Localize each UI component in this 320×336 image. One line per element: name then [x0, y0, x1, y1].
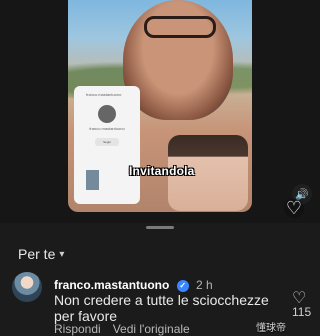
profile-card-thumb — [86, 170, 99, 190]
see-original-button[interactable]: Vedi l'originale — [113, 322, 190, 336]
watermark-text: 懂球帝 — [256, 323, 286, 334]
video-area: franco.mastantuono franco.mastantuono Se… — [0, 0, 320, 223]
avatar[interactable] — [12, 272, 42, 302]
comment-username-text: franco.mastantuono — [54, 278, 170, 292]
comment-actions: Rispondi Vedi l'originale — [54, 322, 190, 336]
like-count: 115 — [292, 305, 312, 319]
verified-icon: ✓ — [176, 279, 189, 292]
comment-username[interactable]: franco.mastantuono ✓ 2 h — [54, 278, 213, 292]
filter-label: Per te — [18, 246, 56, 262]
comment-text: Non credere a tutte le sciocchezze per f… — [54, 292, 269, 324]
sheet-handle[interactable] — [146, 226, 174, 229]
heart-icon[interactable]: ♡ — [284, 198, 304, 218]
video-caption: Invitandola — [129, 164, 195, 178]
reply-button[interactable]: Rispondi — [54, 322, 101, 336]
glasses-shape — [144, 16, 216, 38]
profile-card-avatar — [98, 105, 116, 123]
profile-card-sub — [74, 131, 140, 135]
video-thumbnail[interactable]: franco.mastantuono franco.mastantuono Se… — [68, 0, 252, 212]
comments-filter[interactable]: Per te ▾ — [18, 246, 64, 262]
chevron-down-icon: ▾ — [59, 248, 65, 260]
profile-card-title: franco.mastantuono — [86, 92, 122, 97]
comment-time: 2 h — [196, 278, 213, 292]
profile-card-button: Segui — [95, 138, 119, 146]
comment-item: franco.mastantuono ✓ 2 h Non credere a t… — [0, 272, 320, 336]
embedded-profile-card: franco.mastantuono franco.mastantuono Se… — [74, 86, 140, 204]
